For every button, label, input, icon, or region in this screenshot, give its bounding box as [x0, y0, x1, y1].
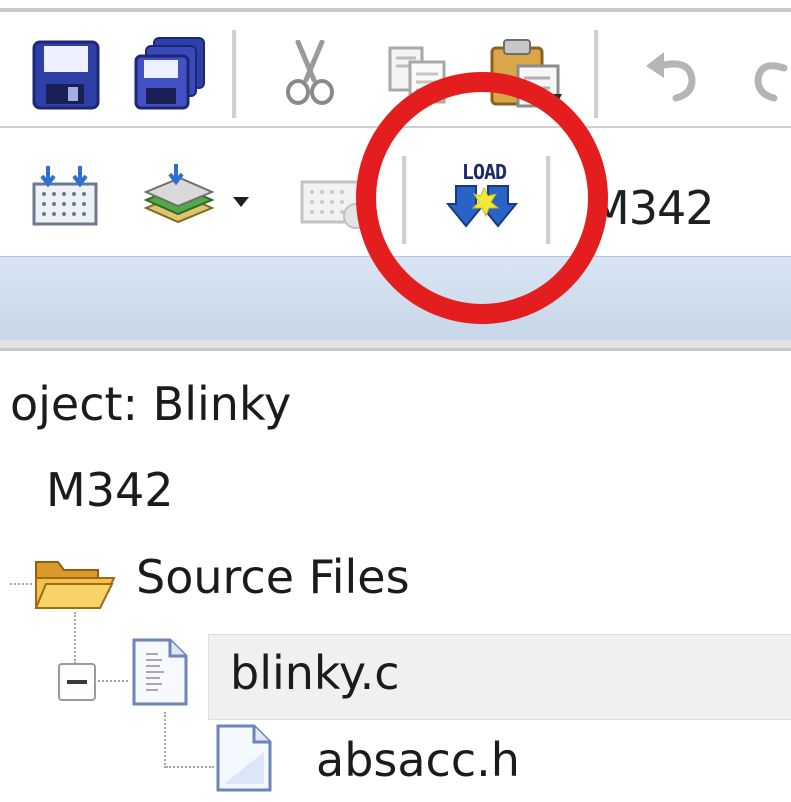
redo-icon[interactable] — [752, 48, 791, 104]
open-folder-icon[interactable] — [32, 556, 116, 612]
save-all-icon[interactable] — [132, 36, 208, 110]
tree-connector — [74, 612, 76, 664]
cut-icon[interactable] — [284, 40, 336, 106]
build-icon[interactable] — [30, 164, 100, 228]
target-node-label[interactable]: M342 — [46, 463, 174, 517]
tree-connector — [10, 583, 32, 585]
save-icon[interactable] — [32, 40, 100, 110]
source-files-group-label[interactable]: Source Files — [136, 550, 410, 604]
batch-build-dropdown-icon[interactable] — [232, 196, 250, 208]
target-select[interactable]: M342 — [590, 181, 714, 235]
tree-connector — [166, 766, 214, 768]
pane-header-bottom — [0, 340, 791, 348]
undo-icon[interactable] — [642, 48, 704, 104]
file-absacc-h-label[interactable]: absacc.h — [316, 733, 520, 787]
toolbar-separator — [232, 30, 237, 118]
rebuild-icon[interactable] — [142, 164, 216, 228]
tree-connector — [164, 712, 166, 768]
file-blinky-c-label[interactable]: blinky.c — [230, 646, 400, 700]
tree-connector — [94, 680, 128, 682]
window-top-border — [0, 8, 791, 12]
header-file-icon[interactable] — [214, 722, 274, 794]
highlight-circle-annotation — [356, 72, 608, 324]
project-root-label[interactable]: oject: Blinky — [10, 377, 291, 431]
toolbar-separator — [594, 30, 599, 118]
pane-header-border — [0, 348, 791, 351]
c-file-icon[interactable] — [130, 636, 190, 708]
collapse-toggle-icon[interactable] — [58, 663, 96, 701]
